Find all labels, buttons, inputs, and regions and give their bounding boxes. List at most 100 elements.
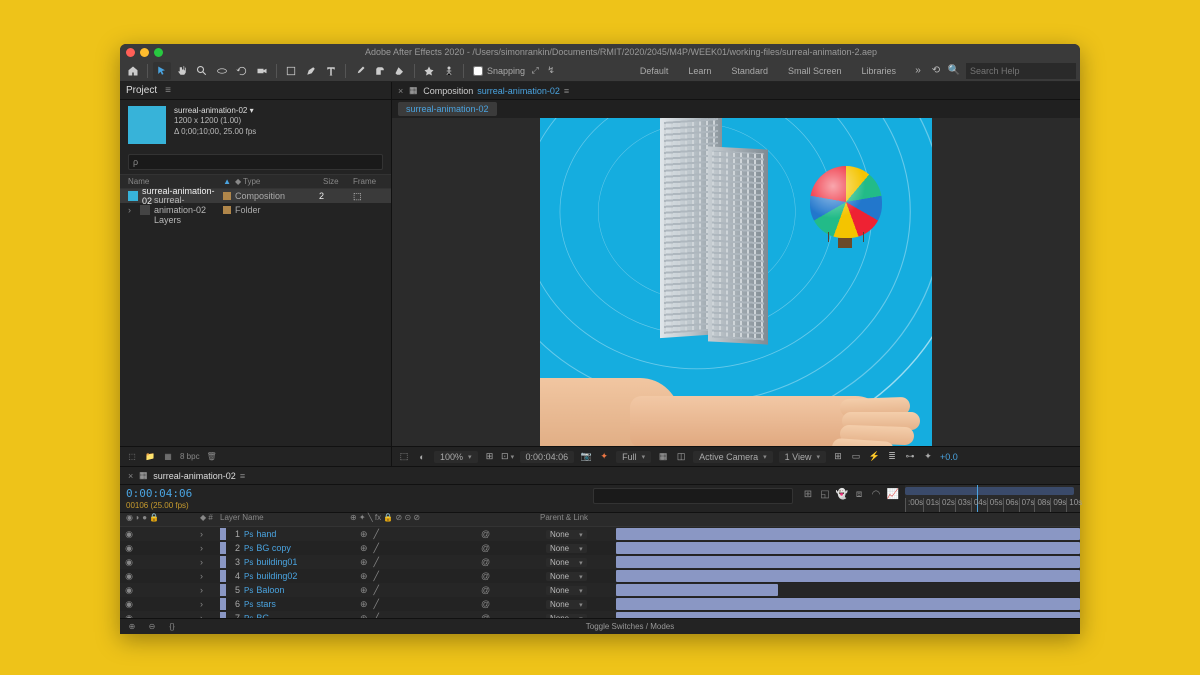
parent-dropdown[interactable]: None▾	[546, 530, 587, 539]
pickwhip-icon[interactable]: @	[481, 543, 490, 553]
orbit-tool-icon[interactable]	[213, 62, 231, 80]
workspace-reset-icon[interactable]: ⟲	[930, 65, 942, 77]
sort-icon[interactable]: ▲	[223, 177, 231, 186]
col-type[interactable]: Type	[243, 177, 323, 186]
pixel-aspect-icon[interactable]: ▭	[850, 451, 862, 463]
layer-row[interactable]: ◉›5PsBaloon⊕╱@None▾	[120, 583, 1080, 597]
timeline-tab[interactable]: surreal-animation-02	[153, 471, 236, 481]
brush-tool-icon[interactable]	[351, 62, 369, 80]
views-dropdown[interactable]: 1 View	[779, 451, 826, 463]
layer-track[interactable]	[616, 583, 1080, 597]
grid-icon[interactable]: ▦	[657, 451, 669, 463]
shy-icon[interactable]: 👻	[836, 488, 848, 500]
parent-dropdown[interactable]: None▾	[546, 558, 587, 567]
snapping-checkbox[interactable]	[473, 66, 483, 76]
switch-collapse-icon[interactable]: ╱	[374, 543, 379, 554]
new-comp-icon[interactable]: ▦	[162, 451, 174, 463]
layer-track[interactable]	[616, 597, 1080, 611]
layer-track[interactable]	[616, 569, 1080, 583]
layer-name[interactable]: Psbuilding02	[244, 571, 356, 581]
workspace-learn[interactable]: Learn	[684, 64, 715, 78]
workspace-smallscreen[interactable]: Small Screen	[784, 64, 846, 78]
disclosure-icon[interactable]: ›	[200, 571, 208, 581]
layer-track[interactable]	[616, 527, 1080, 541]
layer-bar[interactable]	[616, 598, 1080, 610]
col-name[interactable]: Name	[128, 177, 223, 186]
pickwhip-icon[interactable]: @	[481, 585, 490, 595]
res-dropdown-icon[interactable]: ⊡	[502, 451, 514, 463]
preview-time[interactable]: 0:00:04:06	[520, 451, 575, 463]
pickwhip-icon[interactable]: @	[481, 571, 490, 581]
zoom-tool-icon[interactable]	[193, 62, 211, 80]
layer-row[interactable]: ◉›6Psstars⊕╱@None▾	[120, 597, 1080, 611]
switch-shy-icon[interactable]: ⊕	[360, 529, 368, 540]
col-size[interactable]: Size	[323, 177, 353, 186]
work-area[interactable]	[905, 487, 1074, 495]
disclosure-icon[interactable]: ›	[200, 557, 208, 567]
disclosure-icon[interactable]: ›	[128, 205, 136, 215]
layer-name[interactable]: Psbuilding01	[244, 557, 356, 567]
layer-row[interactable]: ◉›4Psbuilding02⊕╱@None▾	[120, 569, 1080, 583]
current-time[interactable]: 0:00:04:06	[126, 487, 584, 500]
layer-row[interactable]: ◉›1Pshand⊕╱@None▾	[120, 527, 1080, 541]
layer-name[interactable]: PsBaloon	[244, 585, 356, 595]
disclosure-icon[interactable]: ›	[200, 529, 208, 539]
clone-tool-icon[interactable]	[371, 62, 389, 80]
switch-collapse-icon[interactable]: ╱	[374, 571, 379, 582]
switch-collapse-icon[interactable]: ╱	[374, 599, 379, 610]
hand-tool-icon[interactable]	[173, 62, 191, 80]
workspace-more-icon[interactable]: »	[912, 65, 924, 77]
layer-name[interactable]: PsBG copy	[244, 543, 356, 553]
roto-tool-icon[interactable]	[420, 62, 438, 80]
parent-dropdown[interactable]: None▾	[546, 600, 587, 609]
disclosure-icon[interactable]: ›	[200, 599, 208, 609]
comp-canvas-area[interactable]	[392, 118, 1080, 446]
pickwhip-icon[interactable]: @	[481, 529, 490, 539]
switch-shy-icon[interactable]: ⊕	[360, 557, 368, 568]
layer-row[interactable]: ◉›2PsBG copy⊕╱@None▾	[120, 541, 1080, 555]
disclosure-icon[interactable]: ›	[200, 585, 208, 595]
col-frame[interactable]: Frame	[353, 177, 383, 186]
label-color-icon[interactable]	[223, 206, 231, 214]
switch-collapse-icon[interactable]: ╱	[374, 529, 379, 540]
timeline-icon[interactable]: ≣	[886, 451, 898, 463]
timeline-search[interactable]	[593, 488, 793, 504]
toggle-alpha-icon[interactable]: ◐	[416, 451, 428, 463]
pickwhip-icon[interactable]: @	[481, 599, 490, 609]
motion-blur-icon[interactable]: ◠	[870, 488, 882, 500]
col-layername[interactable]: Layer Name	[220, 513, 350, 526]
layer-track[interactable]	[616, 541, 1080, 555]
mask-guide-icon[interactable]: ⬚	[398, 451, 410, 463]
layer-bar[interactable]	[616, 570, 1080, 582]
selection-tool-icon[interactable]	[153, 62, 171, 80]
draft3d-icon[interactable]: ◱	[819, 488, 831, 500]
exposure-value[interactable]: +0.0	[940, 452, 958, 462]
snapshot-icon[interactable]: 📷	[580, 451, 592, 463]
switch-shy-icon[interactable]: ⊕	[360, 585, 368, 596]
switch-shy-icon[interactable]: ⊕	[360, 543, 368, 554]
tl-opt2-icon[interactable]: ⊖	[146, 621, 158, 633]
traffic-close-icon[interactable]	[126, 48, 135, 57]
channel-icon[interactable]: ✦	[598, 451, 610, 463]
toggle-switches-modes[interactable]: Toggle Switches / Modes	[586, 622, 675, 631]
layer-bar[interactable]	[616, 542, 1080, 554]
rotate-tool-icon[interactable]	[233, 62, 251, 80]
text-tool-icon[interactable]	[322, 62, 340, 80]
switch-collapse-icon[interactable]: ╱	[374, 557, 379, 568]
snap-opts2-icon[interactable]: ↯	[545, 65, 557, 77]
shape-tool-icon[interactable]	[282, 62, 300, 80]
new-folder-icon[interactable]: 📁	[144, 451, 156, 463]
visibility-icon[interactable]: ◉	[124, 529, 134, 540]
workspace-standard[interactable]: Standard	[727, 64, 772, 78]
project-tab[interactable]: Project	[126, 85, 157, 96]
guides-icon[interactable]: ◫	[675, 451, 687, 463]
viewer-comp-name[interactable]: surreal-animation-02	[477, 86, 560, 96]
parent-dropdown[interactable]: None▾	[546, 586, 587, 595]
project-row[interactable]: › surreal-animation-02 Layers Folder	[120, 203, 391, 217]
eraser-tool-icon[interactable]	[391, 62, 409, 80]
snapping-toggle[interactable]: Snapping ⤢ ↯	[473, 65, 557, 77]
panel-menu-icon[interactable]: ≡	[165, 85, 171, 96]
traffic-min-icon[interactable]	[140, 48, 149, 57]
graph-editor-icon[interactable]: 📈	[887, 488, 899, 500]
layer-bar[interactable]	[616, 528, 1080, 540]
